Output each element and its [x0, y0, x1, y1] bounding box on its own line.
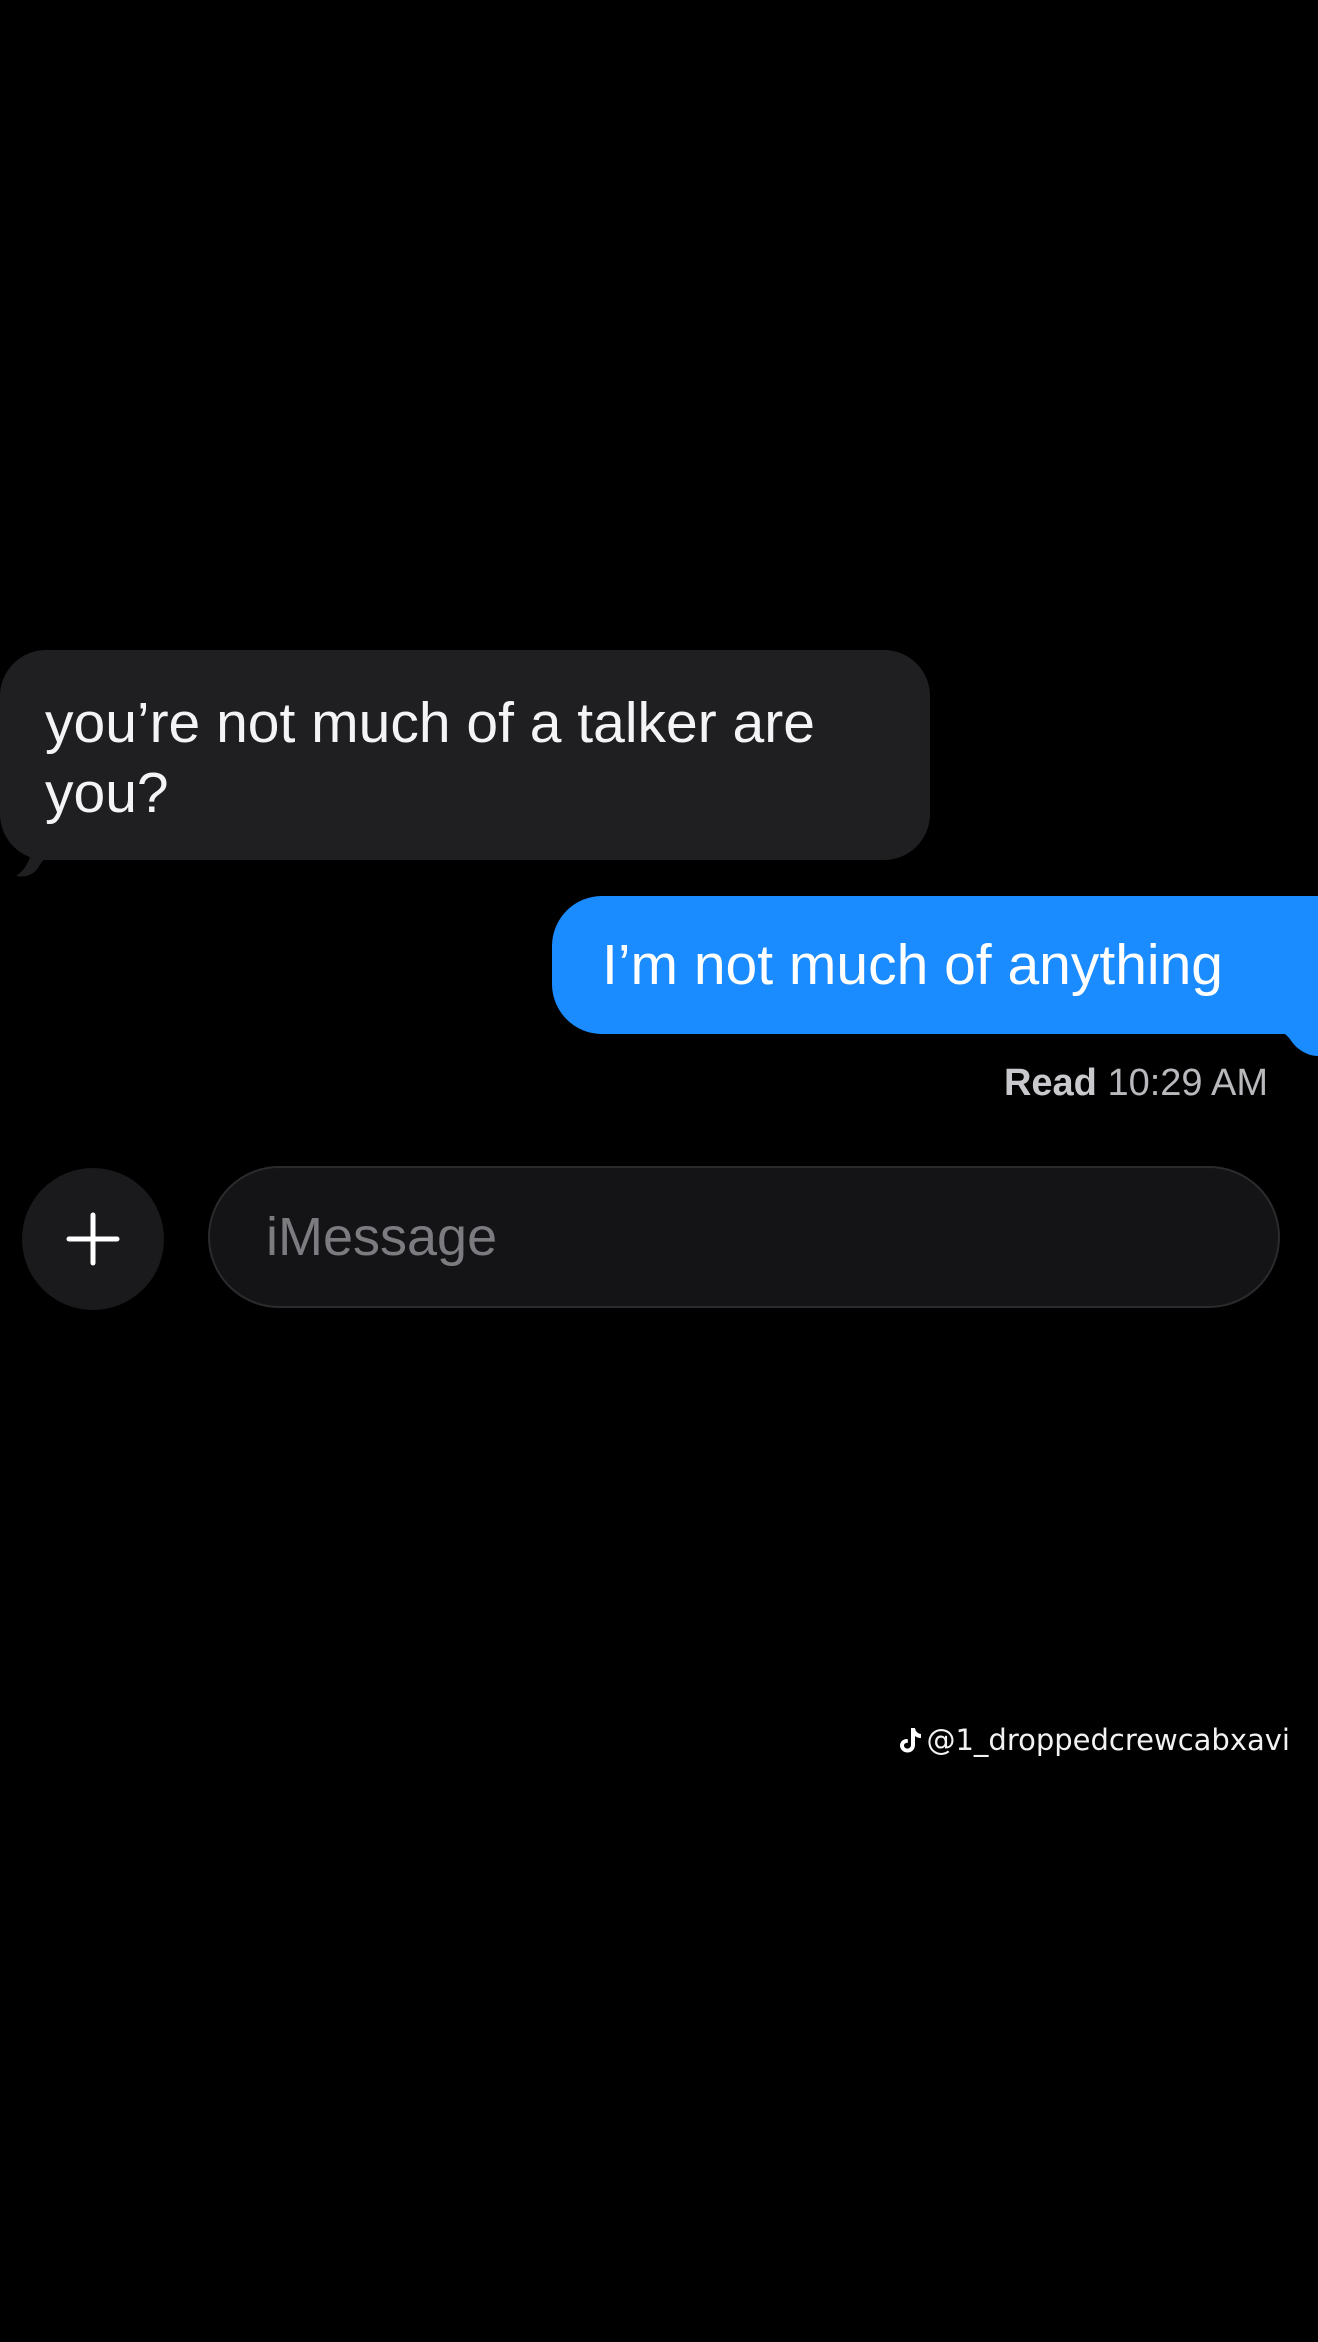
tiktok-watermark: @1_droppedcrewcabxavi: [898, 1723, 1290, 1757]
bubble-tail-icon: [1262, 1002, 1318, 1056]
sent-message-text: I’m not much of anything: [602, 933, 1223, 997]
read-receipt: Read 10:29 AM: [1004, 1058, 1268, 1108]
add-attachment-button[interactable]: [22, 1168, 164, 1310]
read-status: Read: [1003, 1062, 1097, 1104]
imessage-input[interactable]: [208, 1166, 1280, 1308]
bubble-tail-icon: [16, 826, 70, 877]
watermark-handle: @1_droppedcrewcabxavi: [926, 1723, 1290, 1757]
message-thread: you’re not much of a talker are you? I’m…: [0, 0, 1318, 2342]
sent-message-bubble[interactable]: I’m not much of anything: [552, 896, 1318, 1056]
received-message-text: you’re not much of a talker are you?: [45, 691, 815, 825]
received-message-bubble[interactable]: you’re not much of a talker are you?: [0, 650, 930, 877]
plus-icon: [66, 1212, 120, 1266]
read-time: 10:29 AM: [1107, 1062, 1268, 1104]
tiktok-icon: [900, 1728, 922, 1753]
